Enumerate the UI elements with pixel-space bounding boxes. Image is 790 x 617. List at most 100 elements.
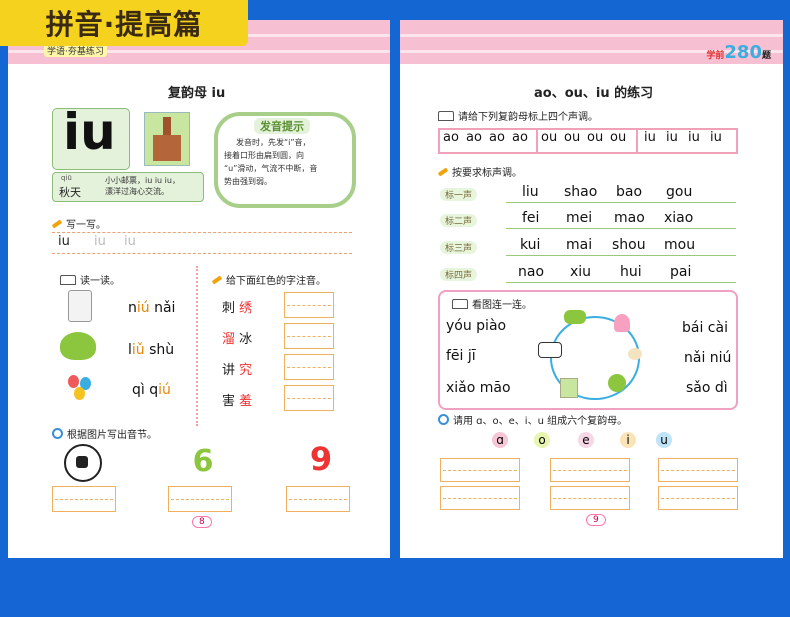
girl-sweeping-icon <box>614 314 630 332</box>
row-line <box>506 255 736 256</box>
row-line <box>506 228 736 229</box>
tone-cell: ou <box>610 130 627 145</box>
connect-left-word[interactable]: xiǎo māo <box>446 380 511 396</box>
zhuyin-answer-box[interactable] <box>284 354 334 380</box>
page-title: 复韵母 iu <box>168 86 226 101</box>
tip-title: 发音提示 <box>254 118 310 134</box>
cat-icon <box>628 348 642 360</box>
connect-panel: 看图连一连。 yóu piào fēi jī xiǎo māo bái cài … <box>438 290 738 410</box>
cabbage-icon <box>608 374 626 392</box>
mark-word: fei <box>522 210 540 226</box>
tone-cell: ao <box>489 130 505 145</box>
connect-right-word[interactable]: sǎo dì <box>686 380 728 396</box>
magnifier-icon <box>52 428 63 439</box>
poem-line: 小小邮票，iu iu iu， <box>105 176 180 185</box>
mark-word: mao <box>614 210 645 226</box>
willow-tree-icon <box>60 332 96 360</box>
series-logo: 学前280题 <box>706 42 771 63</box>
number-six-icon: 6 <box>192 444 214 479</box>
compose-answer-box[interactable] <box>550 458 630 482</box>
mark-word: xiu <box>570 264 592 280</box>
row-line <box>506 282 736 283</box>
word-hanzi: 秋天 <box>59 186 81 199</box>
write-sample: iu <box>58 234 70 249</box>
syllable-answer-box[interactable] <box>168 486 232 512</box>
read-item: niú nǎi <box>128 300 176 316</box>
bottom-background <box>0 558 790 617</box>
picture-section-label: 根据图片写出音节。 <box>52 426 157 441</box>
right-page: 学前280题 ao、ou、iu 的练习 请给下列复韵母标上四个声调。 ao ao… <box>400 20 783 558</box>
word-pinyin: qiū <box>61 174 72 182</box>
compose-answer-box[interactable] <box>440 486 520 510</box>
read-item: qì qiú <box>132 382 171 398</box>
book-icon <box>438 110 454 121</box>
mark-word: pai <box>670 264 692 280</box>
book-icon <box>452 298 468 309</box>
mark-word: shou <box>612 237 646 253</box>
soccer-ball-icon <box>64 444 102 482</box>
series-banner: 拼音·提高篇 <box>0 0 248 46</box>
row-line <box>506 202 736 203</box>
read-section-label: 读一读。 <box>60 272 120 287</box>
mark-section-label: 按要求标声调。 <box>437 164 522 179</box>
book-icon <box>60 274 76 285</box>
vowel-bubble: e <box>578 432 594 448</box>
mark-word: xiao <box>664 210 694 226</box>
tone-section-label: 请给下列复韵母标上四个声调。 <box>438 108 598 123</box>
magnifier-icon <box>438 414 449 425</box>
tone-cell: ou <box>564 130 581 145</box>
vowel-bubble: o <box>534 432 550 448</box>
mark-word: shao <box>564 184 598 200</box>
connect-left-word[interactable]: fēi jī <box>446 348 476 364</box>
write-sample: iu <box>94 234 106 249</box>
write-section-label: 写一写。 <box>51 216 106 231</box>
tone-cell: ou <box>541 130 558 145</box>
letter-card: iu <box>52 103 130 170</box>
compose-answer-box[interactable] <box>658 486 738 510</box>
compose-section-label: 请用 ɑ、o、e、i、u 组成六个复韵母。 <box>438 412 627 427</box>
pencil-icon <box>437 166 449 177</box>
compose-answer-box[interactable] <box>550 486 630 510</box>
syllable-answer-box[interactable] <box>286 486 350 512</box>
tone-cell: iu <box>666 130 678 145</box>
tone-answer-strip[interactable]: ao ao ao ao ou ou ou ou iu iu iu iu <box>438 128 738 154</box>
mark-word: mei <box>566 210 593 226</box>
zhuyin-word: 溜 冰 <box>222 332 253 347</box>
cow-icon <box>538 342 562 358</box>
mark-word: mai <box>566 237 593 253</box>
church-icon <box>144 112 190 166</box>
connect-right-word[interactable]: bái cài <box>682 320 728 336</box>
poem-line: 漂洋过海心交流。 <box>105 187 169 196</box>
connect-right-word[interactable]: nǎi niú <box>684 350 731 366</box>
tone-cell: ao <box>443 130 459 145</box>
syllable-answer-box[interactable] <box>52 486 116 512</box>
tone-row-tag: 标二声 <box>440 214 478 227</box>
compose-answer-box[interactable] <box>658 458 738 482</box>
vowel-bubble: ɑ <box>492 432 508 448</box>
zhuyin-answer-box[interactable] <box>284 385 334 411</box>
tip-line: 势由强到弱。 <box>224 177 272 186</box>
zhuyin-word: 害 羞 <box>222 394 253 409</box>
compose-answer-box[interactable] <box>440 458 520 482</box>
page-title: ao、ou、iu 的练习 <box>534 86 654 101</box>
milk-icon <box>68 290 92 322</box>
mark-word: gou <box>666 184 693 200</box>
zhuyin-section-label: 给下面红色的字注音。 <box>211 272 326 287</box>
big-letters: iu <box>63 103 116 161</box>
tip-line: 发音时，先发“i”音， <box>236 138 311 147</box>
tip-line: 接着口形由扁到圆，向 <box>224 151 304 160</box>
number-nine-icon: 9 <box>309 440 333 478</box>
connect-section-label: 看图连一连。 <box>452 296 532 311</box>
connect-left-word[interactable]: yóu piào <box>446 318 506 334</box>
zhuyin-word: 讲 究 <box>222 363 253 378</box>
mark-word: bao <box>616 184 643 200</box>
left-page: 学语·夯基练习 复韵母 iu iu qiū 秋天 小小邮票，iu iu iu， … <box>8 20 390 558</box>
zhuyin-answer-box[interactable] <box>284 323 334 349</box>
vowel-bubble: i <box>620 432 636 448</box>
mark-word: nao <box>518 264 545 280</box>
page-number: 9 <box>586 514 606 526</box>
zhuyin-word: 刺 绣 <box>222 301 253 316</box>
zhuyin-answer-box[interactable] <box>284 292 334 318</box>
mark-word: hui <box>620 264 642 280</box>
balloons-icon <box>68 375 94 405</box>
